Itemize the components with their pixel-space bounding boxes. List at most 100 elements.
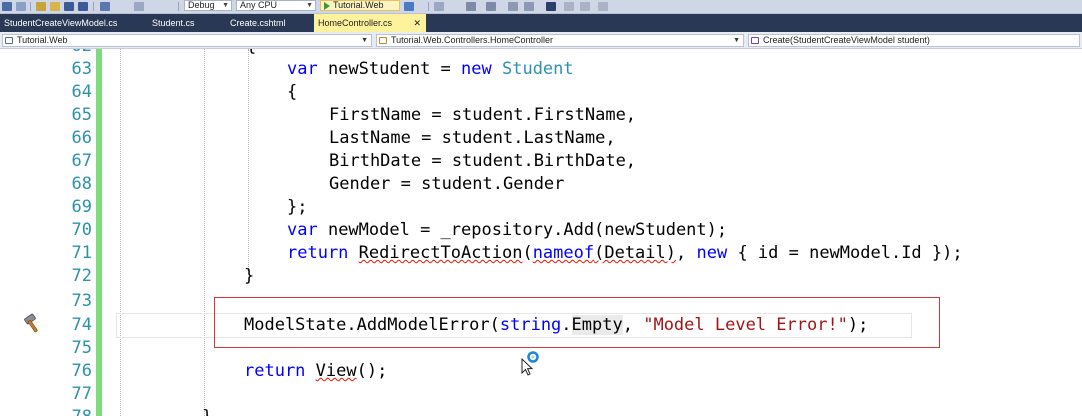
line-number: 67	[71, 151, 92, 171]
type-token: Student	[501, 59, 574, 79]
close-icon[interactable]: ✕	[413, 14, 421, 32]
bookmark-prev-icon[interactable]	[564, 2, 574, 11]
chevron-down-icon: ▼	[222, 2, 229, 9]
toolbox-icon[interactable]	[486, 2, 496, 11]
bookmark-icon[interactable]	[546, 2, 556, 11]
bookmark-next-icon[interactable]	[580, 2, 590, 11]
line-number: 78	[40, 406, 92, 416]
code-line: 77	[0, 383, 1082, 406]
code-line: 62 {	[0, 49, 1082, 58]
configuration-dropdown[interactable]: Debug ▼	[184, 0, 232, 11]
line-number: 62	[40, 49, 92, 58]
code-line: 78 }	[0, 406, 1082, 416]
class-value: Tutorial.Web.Controllers.HomeController	[391, 35, 554, 45]
line-number: 65	[71, 105, 92, 125]
code-text: return RedirectToAction(nameof(Detail), …	[287, 242, 963, 265]
line-number: 66	[71, 128, 92, 148]
configuration-value: Debug	[188, 0, 215, 10]
tab-student[interactable]: Student.cs	[148, 14, 218, 32]
toolbar-separator	[93, 2, 94, 11]
toolbar-separator	[30, 2, 31, 11]
line-number: 73	[71, 291, 92, 311]
squiggled-token: View	[315, 361, 357, 381]
play-icon	[324, 2, 330, 10]
start-debugging-button[interactable]: Tutorial.Web	[320, 0, 400, 11]
new-project-icon[interactable]	[36, 2, 46, 11]
member-value: Create(StudentCreateViewModel student)	[763, 35, 930, 45]
navigate-back-icon[interactable]	[2, 2, 12, 11]
browser-link-icon[interactable]	[434, 2, 444, 11]
code-token: { id = newModel.Id });	[727, 243, 963, 263]
line-number: 69	[71, 197, 92, 217]
line-number: 71	[71, 243, 92, 263]
hammer-icon[interactable]	[22, 313, 42, 335]
tab-studentcreateviewmodel[interactable]: StudentCreateViewModel.cs	[0, 14, 140, 32]
platform-value: Any CPU	[240, 0, 278, 10]
toolbar-separator	[178, 2, 179, 11]
member-dropdown[interactable]: Create(StudentCreateViewModel student)	[748, 34, 1080, 47]
line-number: 63	[71, 59, 92, 79]
chevron-down-icon: ▼	[361, 37, 368, 44]
class-dropdown[interactable]: Tutorial.Web.Controllers.HomeController ▼	[376, 34, 744, 47]
line-number: 76	[71, 361, 92, 381]
line-number: 64	[71, 82, 92, 102]
save-all-icon[interactable]	[78, 2, 88, 11]
startup-project-label: Tutorial.Web	[333, 0, 384, 10]
tab-label: StudentCreateViewModel.cs	[4, 18, 118, 28]
code-text: return View();	[244, 360, 387, 383]
line-number: 77	[71, 384, 92, 404]
project-dropdown[interactable]: Tutorial.Web ▼	[2, 34, 372, 47]
code-token: newStudent =	[317, 59, 462, 79]
code-line: 64 {	[0, 81, 1082, 104]
code-line: 69 };	[0, 196, 1082, 219]
line-number: 68	[71, 174, 92, 194]
code-text: {	[246, 49, 256, 58]
undo-icon[interactable]	[100, 2, 110, 11]
code-line: 70 var newModel = _repository.Add(newStu…	[0, 219, 1082, 242]
chevron-down-icon: ▼	[306, 2, 313, 9]
save-icon[interactable]	[64, 2, 74, 11]
redo-icon[interactable]	[134, 2, 144, 11]
uncomment-icon[interactable]	[524, 2, 534, 11]
chevron-down-icon: ▼	[733, 37, 740, 44]
line-number: 70	[71, 220, 92, 240]
document-tab-strip: StudentCreateViewModel.cs Student.cs Cre…	[0, 14, 1082, 32]
keyword-token: var	[287, 220, 318, 240]
code-text: }	[202, 406, 212, 416]
code-token: newModel = _repository.Add(newStudent);	[317, 220, 728, 240]
code-text: BirthDate = student.BirthDate,	[329, 151, 637, 171]
code-line: 66 LastName = student.LastName,	[0, 127, 1082, 150]
code-line: 63 var newStudent = new Student	[0, 58, 1082, 81]
code-text: LastName = student.LastName,	[329, 128, 616, 148]
comment-icon[interactable]	[508, 2, 518, 11]
keyword-token: var	[287, 59, 318, 79]
tab-homecontroller[interactable]: HomeController.cs ✕	[314, 14, 426, 32]
code-text: };	[287, 197, 308, 217]
refresh-icon[interactable]	[404, 2, 414, 11]
tab-label: Create.cshtml	[230, 18, 286, 28]
toolbar-separator	[428, 2, 429, 11]
tab-label: Student.cs	[152, 18, 195, 28]
squiggled-token: RedirectToAction	[358, 243, 523, 263]
keyword-token: nameof	[532, 243, 595, 263]
code-text: var newStudent = new Student	[287, 58, 574, 81]
open-file-icon[interactable]	[50, 2, 60, 11]
code-text: var newModel = _repository.Add(newStuden…	[287, 219, 727, 242]
code-editor[interactable]: 62 { 63 var newStudent = new Student 64 …	[0, 49, 1082, 416]
navigate-forward-icon[interactable]	[16, 2, 26, 11]
code-text: }	[244, 266, 255, 286]
line-number: 75	[71, 338, 92, 358]
toolbar: Debug ▼ Any CPU ▼ Tutorial.Web	[0, 0, 1082, 14]
code-text: FirstName = student.FirstName,	[329, 105, 637, 125]
highlight-annotation-box	[214, 297, 940, 348]
class-icon	[379, 37, 387, 44]
tab-create-cshtml[interactable]: Create.cshtml	[226, 14, 306, 32]
bookmark-clear-icon[interactable]	[598, 2, 608, 11]
csharp-project-icon	[5, 37, 13, 44]
code-token: ,	[676, 243, 697, 263]
keyword-token: return	[287, 243, 349, 263]
find-icon[interactable]	[466, 2, 476, 11]
busy-cursor-icon	[521, 351, 539, 376]
line-number: 72	[71, 266, 92, 286]
platform-dropdown[interactable]: Any CPU ▼	[236, 0, 316, 11]
